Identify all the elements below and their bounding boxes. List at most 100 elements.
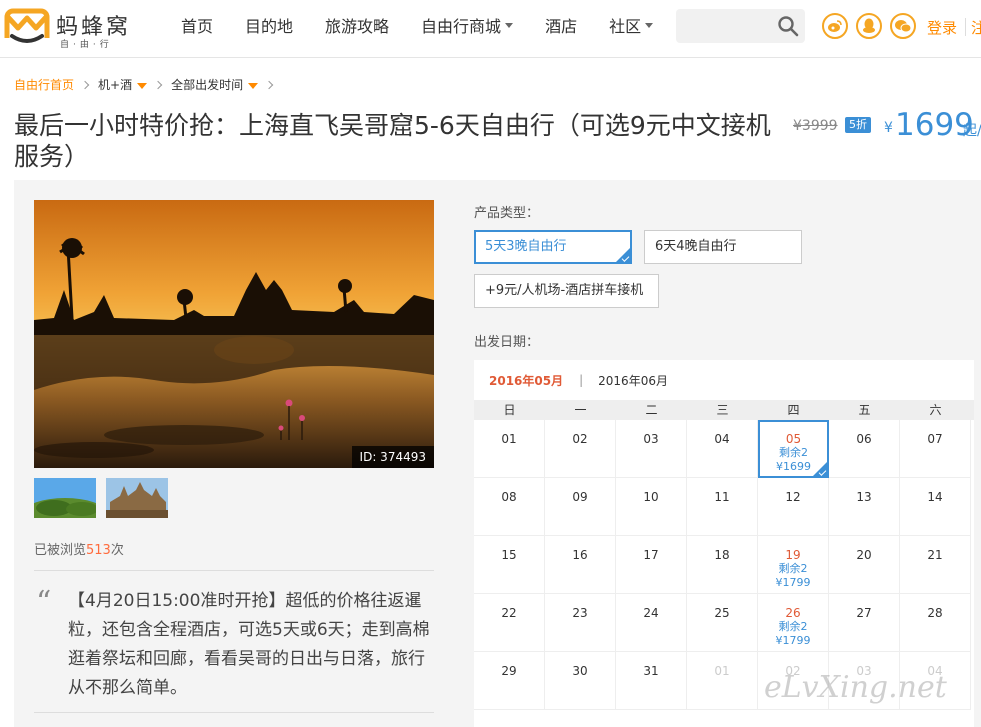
thumbnail-image	[34, 478, 96, 518]
day-number: 07	[927, 432, 943, 446]
day-number: 16	[572, 548, 588, 562]
calendar-day: 20	[829, 536, 900, 594]
weekday: 日	[503, 403, 516, 417]
calendar-day: 01	[687, 652, 758, 710]
weekday: 二	[645, 403, 658, 417]
weekday: 五	[858, 403, 871, 417]
breadcrumb-departure[interactable]: 全部出发时间	[171, 76, 259, 93]
tab-month-june[interactable]: 2016年06月	[583, 372, 668, 389]
gallery-thumbnail[interactable]	[106, 478, 168, 518]
qq-icon[interactable]	[856, 13, 882, 39]
addon-option-airport-transfer[interactable]: +9元/人机场-酒店拼车接机	[474, 274, 659, 308]
nav-home[interactable]: 首页	[165, 0, 229, 58]
calendar-day: 22	[474, 594, 545, 652]
weibo-icon[interactable]	[822, 13, 848, 39]
search-box	[676, 9, 805, 43]
tab-month-may[interactable]: 2016年05月	[474, 372, 563, 389]
day-number: 28	[927, 606, 943, 620]
nav-guides[interactable]: 旅游攻略	[309, 0, 405, 58]
month-separator: |	[579, 373, 584, 387]
calendar-day: 28	[900, 594, 971, 652]
breadcrumb-home[interactable]: 自由行首页	[14, 76, 74, 93]
seats-remaining: 剩余2	[778, 620, 808, 633]
breadcrumb-category[interactable]: 机+酒	[98, 76, 148, 93]
calendar-day: 18	[687, 536, 758, 594]
calendar-day: 04	[687, 420, 758, 478]
login-link[interactable]: 登录	[927, 17, 957, 38]
calendar-day: 29	[474, 652, 545, 710]
departure-date-label: 出发日期：	[474, 335, 540, 350]
chevron-right-icon	[80, 80, 90, 89]
day-number: 22	[501, 606, 517, 620]
day-price: ¥1799	[775, 634, 811, 647]
day-number: 25	[714, 606, 730, 620]
calendar-day: 08	[474, 478, 545, 536]
nav-hotels[interactable]: 酒店	[529, 0, 593, 58]
search-input[interactable]	[676, 9, 772, 43]
calendar-day: 30	[545, 652, 616, 710]
type-option-5d3n[interactable]: 5天3晚自由行	[474, 230, 632, 264]
chevron-right-icon	[153, 80, 163, 89]
day-number: 19	[785, 548, 801, 562]
calendar-day: 03	[616, 420, 687, 478]
nav-community[interactable]: 社区	[593, 0, 669, 58]
watermark: eLvXing.net	[764, 670, 947, 705]
calendar-day: 11	[687, 478, 758, 536]
nav-mall[interactable]: 自由行商城	[405, 0, 529, 58]
price-unit: 起/人	[963, 123, 981, 139]
calendar-day: 16	[545, 536, 616, 594]
day-number: 10	[643, 490, 659, 504]
day-number: 12	[785, 490, 801, 504]
calendar-day-available[interactable]: 05 剩余2 ¥1699	[758, 420, 829, 478]
calendar-day: 01	[474, 420, 545, 478]
price-block: ¥3999 5折 ¥ 1699 起/人	[793, 107, 981, 143]
main-nav: 首页 目的地 旅游攻略 自由行商城 酒店 社区	[165, 0, 669, 58]
calendar-day-available[interactable]: 19 剩余2 ¥1799	[758, 536, 829, 594]
day-number: 24	[643, 606, 659, 620]
chevron-down-icon	[505, 23, 514, 28]
day-number: 05	[785, 432, 802, 446]
product-description: 【4月20日15:00准时开抢】超低的价格往返暹粒，还包含全程酒店，可选5天或6…	[68, 591, 430, 698]
weekday-header: 日 一 二 三 四 五 六	[474, 400, 974, 420]
image-id-tag: ID: 374493	[351, 446, 434, 468]
day-number: 29	[501, 664, 517, 678]
original-price: ¥3999	[793, 118, 838, 134]
product-type-label: 产品类型：	[474, 206, 540, 221]
gallery-thumbnail[interactable]	[34, 478, 96, 518]
calendar-day-available[interactable]: 26 剩余2 ¥1799	[758, 594, 829, 652]
day-number: 26	[785, 606, 801, 620]
seats-remaining: 剩余2	[778, 562, 808, 575]
register-link[interactable]: 注	[971, 17, 981, 38]
calendar-day: 10	[616, 478, 687, 536]
calendar-day: 13	[829, 478, 900, 536]
wechat-icon[interactable]	[890, 13, 916, 39]
nav-destinations[interactable]: 目的地	[229, 0, 309, 58]
day-number: 17	[643, 548, 659, 562]
angkor-sunset-photo	[34, 200, 434, 468]
calendar-grid: 01 02 03 04 05 剩余2 ¥1699 06 07 08 09 10 11 12 13 14 15 16…	[474, 420, 974, 710]
search-icon[interactable]	[777, 15, 799, 37]
view-count: 已被浏览513次	[34, 543, 124, 558]
weekday: 一	[574, 403, 587, 417]
product-title: 最后一小时特价抢：上海直飞吴哥窟5-6天自由行（可选9元中文接机服务）	[14, 111, 771, 171]
logo-subtitle: 自·由·行	[60, 40, 113, 50]
hero-image[interactable]: ID: 374493	[34, 200, 434, 468]
day-number: 13	[856, 490, 872, 504]
day-number: 06	[856, 432, 872, 446]
thumbnail-image	[106, 478, 168, 518]
site-logo[interactable]: 蚂蜂窝 自·由·行	[4, 8, 144, 50]
day-number: 30	[572, 664, 588, 678]
day-number: 31	[643, 664, 659, 678]
calendar-day: 24	[616, 594, 687, 652]
day-number: 21	[927, 548, 943, 562]
chevron-down-icon	[645, 23, 654, 28]
day-number: 04	[714, 432, 730, 446]
calendar-day: 17	[616, 536, 687, 594]
calendar-day: 23	[545, 594, 616, 652]
day-number: 02	[572, 432, 588, 446]
type-option-6d4n[interactable]: 6天4晚自由行	[644, 230, 802, 264]
social-login	[822, 13, 916, 39]
calendar-day: 12	[758, 478, 829, 536]
day-price: ¥1799	[775, 576, 811, 589]
day-number: 18	[714, 548, 730, 562]
